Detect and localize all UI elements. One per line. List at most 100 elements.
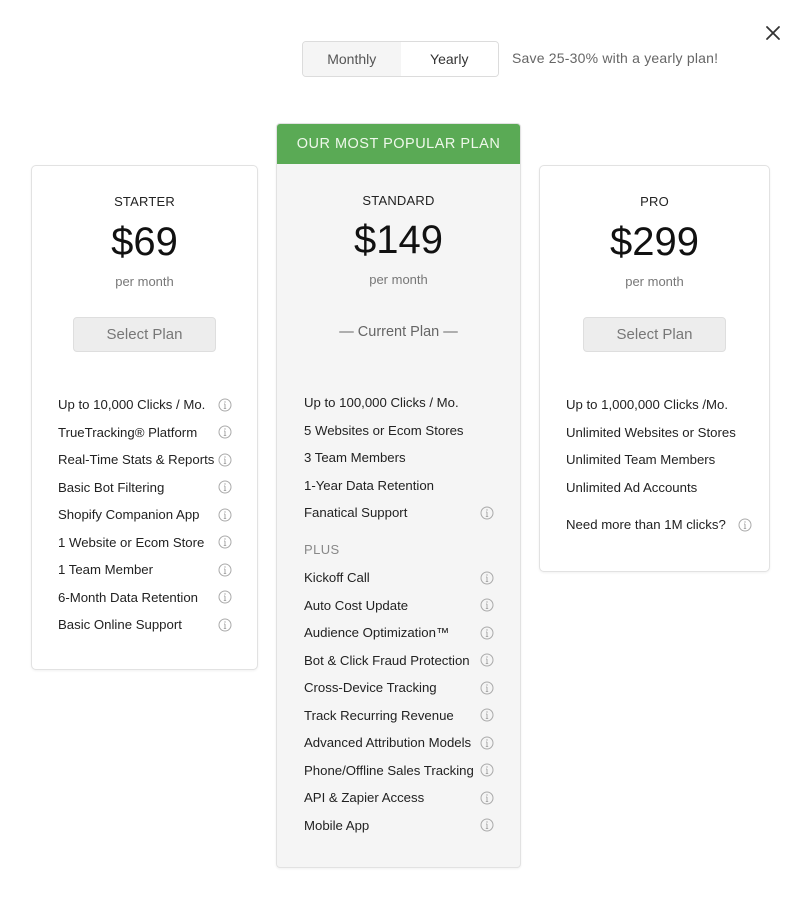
feature-label: Unlimited Team Members: [566, 452, 716, 468]
feature-item: Fanatical Support: [304, 499, 494, 527]
feature-item: Phone/Offline Sales Tracking: [304, 757, 494, 785]
feature-label: Unlimited Ad Accounts: [566, 479, 698, 495]
feature-label: Real-Time Stats & Reports: [58, 452, 215, 468]
plus-feature-list: Kickoff Call Auto Cost Update Audience Opt…: [304, 564, 494, 839]
info-icon[interactable]: [218, 535, 232, 549]
info-icon[interactable]: [218, 618, 232, 632]
feature-label: Auto Cost Update: [304, 597, 409, 613]
feature-label: 1-Year Data Retention: [304, 477, 435, 493]
feature-item: 1-Year Data Retention: [304, 472, 494, 500]
feature-item: Cross-Device Tracking: [304, 674, 494, 702]
feature-label: Need more than 1M clicks?: [566, 517, 726, 533]
plan-price: $149: [354, 218, 443, 262]
feature-item: 5 Websites or Ecom Stores: [304, 417, 494, 445]
monthly-option[interactable]: Monthly: [303, 42, 401, 76]
info-icon[interactable]: [480, 571, 494, 585]
feature-list: Up to 10,000 Clicks / Mo. TrueTracking® P…: [58, 391, 232, 639]
info-icon[interactable]: [218, 425, 232, 439]
feature-label: Track Recurring Revenue: [304, 707, 454, 723]
info-icon[interactable]: [218, 563, 232, 577]
plan-card-starter: STARTER $69 per month Select Plan Up to …: [31, 165, 258, 670]
info-icon[interactable]: [480, 736, 494, 750]
feature-list: Up to 100,000 Clicks / Mo. 5 Websites or …: [304, 389, 494, 527]
info-icon[interactable]: [738, 518, 752, 532]
feature-label: 1 Team Member: [58, 562, 154, 578]
feature-item: Up to 1,000,000 Clicks /Mo.: [566, 391, 744, 419]
feature-label: API & Zapier Access: [304, 790, 425, 806]
info-icon[interactable]: [218, 508, 232, 522]
info-icon[interactable]: [218, 480, 232, 494]
info-icon[interactable]: [480, 791, 494, 805]
feature-label: Basic Online Support: [58, 617, 182, 633]
feature-label: Basic Bot Filtering: [58, 479, 165, 495]
info-icon[interactable]: [480, 598, 494, 612]
info-icon[interactable]: [480, 506, 494, 520]
info-icon[interactable]: [480, 626, 494, 640]
plan-price: $299: [610, 220, 699, 264]
info-icon[interactable]: [218, 398, 232, 412]
feature-label: Bot & Click Fraud Protection: [304, 652, 470, 668]
feature-item: Basic Bot Filtering: [58, 474, 232, 502]
select-plan-button[interactable]: Select Plan: [73, 317, 216, 352]
feature-label: TrueTracking® Platform: [58, 424, 198, 440]
plan-period: per month: [369, 272, 428, 287]
feature-item: 3 Team Members: [304, 444, 494, 472]
need-more-clicks-note: Need more than 1M clicks?: [566, 511, 752, 539]
plan-card-standard: OUR MOST POPULAR PLAN STANDARD $149 per …: [276, 123, 521, 868]
plan-period: per month: [115, 274, 174, 289]
feature-label: Up to 10,000 Clicks / Mo.: [58, 397, 206, 413]
plan-name: STARTER: [114, 194, 175, 209]
feature-label: Kickoff Call: [304, 570, 370, 586]
feature-label: Phone/Offline Sales Tracking: [304, 762, 474, 778]
feature-label: Advanced Attribution Models: [304, 735, 472, 751]
feature-list: Up to 1,000,000 Clicks /Mo. Unlimited Web…: [566, 391, 744, 501]
feature-item: Unlimited Websites or Stores: [566, 419, 744, 447]
feature-item: Bot & Click Fraud Protection: [304, 647, 494, 675]
yearly-option[interactable]: Yearly: [400, 42, 498, 76]
feature-label: 3 Team Members: [304, 450, 406, 466]
info-icon[interactable]: [218, 453, 232, 467]
feature-item: API & Zapier Access: [304, 784, 494, 812]
plan-price: $69: [111, 220, 178, 264]
feature-label: 1 Website or Ecom Store: [58, 534, 205, 550]
info-icon[interactable]: [480, 653, 494, 667]
feature-item: 1 Team Member: [58, 556, 232, 584]
feature-label: 6-Month Data Retention: [58, 589, 199, 605]
savings-note: Save 25-30% with a yearly plan!: [512, 50, 719, 66]
plan-name: STANDARD: [362, 193, 435, 208]
info-icon[interactable]: [480, 763, 494, 777]
info-icon[interactable]: [480, 708, 494, 722]
plan-period: per month: [625, 274, 684, 289]
feature-item: Basic Online Support: [58, 611, 232, 639]
feature-label: Fanatical Support: [304, 505, 408, 521]
select-plan-button[interactable]: Select Plan: [583, 317, 726, 352]
feature-item: Advanced Attribution Models: [304, 729, 494, 757]
feature-label: Mobile App: [304, 817, 370, 833]
feature-item: Shopify Companion App: [58, 501, 232, 529]
feature-item: TrueTracking® Platform: [58, 419, 232, 447]
billing-period-toggle: Monthly Yearly: [302, 41, 499, 77]
feature-item: 6-Month Data Retention: [58, 584, 232, 612]
close-button[interactable]: [762, 22, 784, 44]
feature-label: Cross-Device Tracking: [304, 680, 437, 696]
feature-item: Unlimited Ad Accounts: [566, 474, 744, 502]
feature-item: 1 Website or Ecom Store: [58, 529, 232, 557]
feature-label: Up to 100,000 Clicks / Mo.: [304, 395, 459, 411]
feature-item: Up to 100,000 Clicks / Mo.: [304, 389, 494, 417]
feature-label: 5 Websites or Ecom Stores: [304, 422, 464, 438]
feature-label: Shopify Companion App: [58, 507, 200, 523]
feature-item: Auto Cost Update: [304, 592, 494, 620]
info-icon[interactable]: [480, 818, 494, 832]
plus-label: PLUS: [304, 542, 340, 557]
feature-item: Up to 10,000 Clicks / Mo.: [58, 391, 232, 419]
close-icon: [766, 26, 780, 40]
info-icon[interactable]: [218, 590, 232, 604]
feature-item: Audience Optimization™: [304, 619, 494, 647]
feature-item: Unlimited Team Members: [566, 446, 744, 474]
info-icon[interactable]: [480, 681, 494, 695]
feature-label: Unlimited Websites or Stores: [566, 424, 736, 440]
feature-item: Real-Time Stats & Reports: [58, 446, 232, 474]
plan-card-pro: PRO $299 per month Select Plan Up to 1,0…: [539, 165, 770, 572]
feature-item: Track Recurring Revenue: [304, 702, 494, 730]
feature-item: Mobile App: [304, 812, 494, 840]
